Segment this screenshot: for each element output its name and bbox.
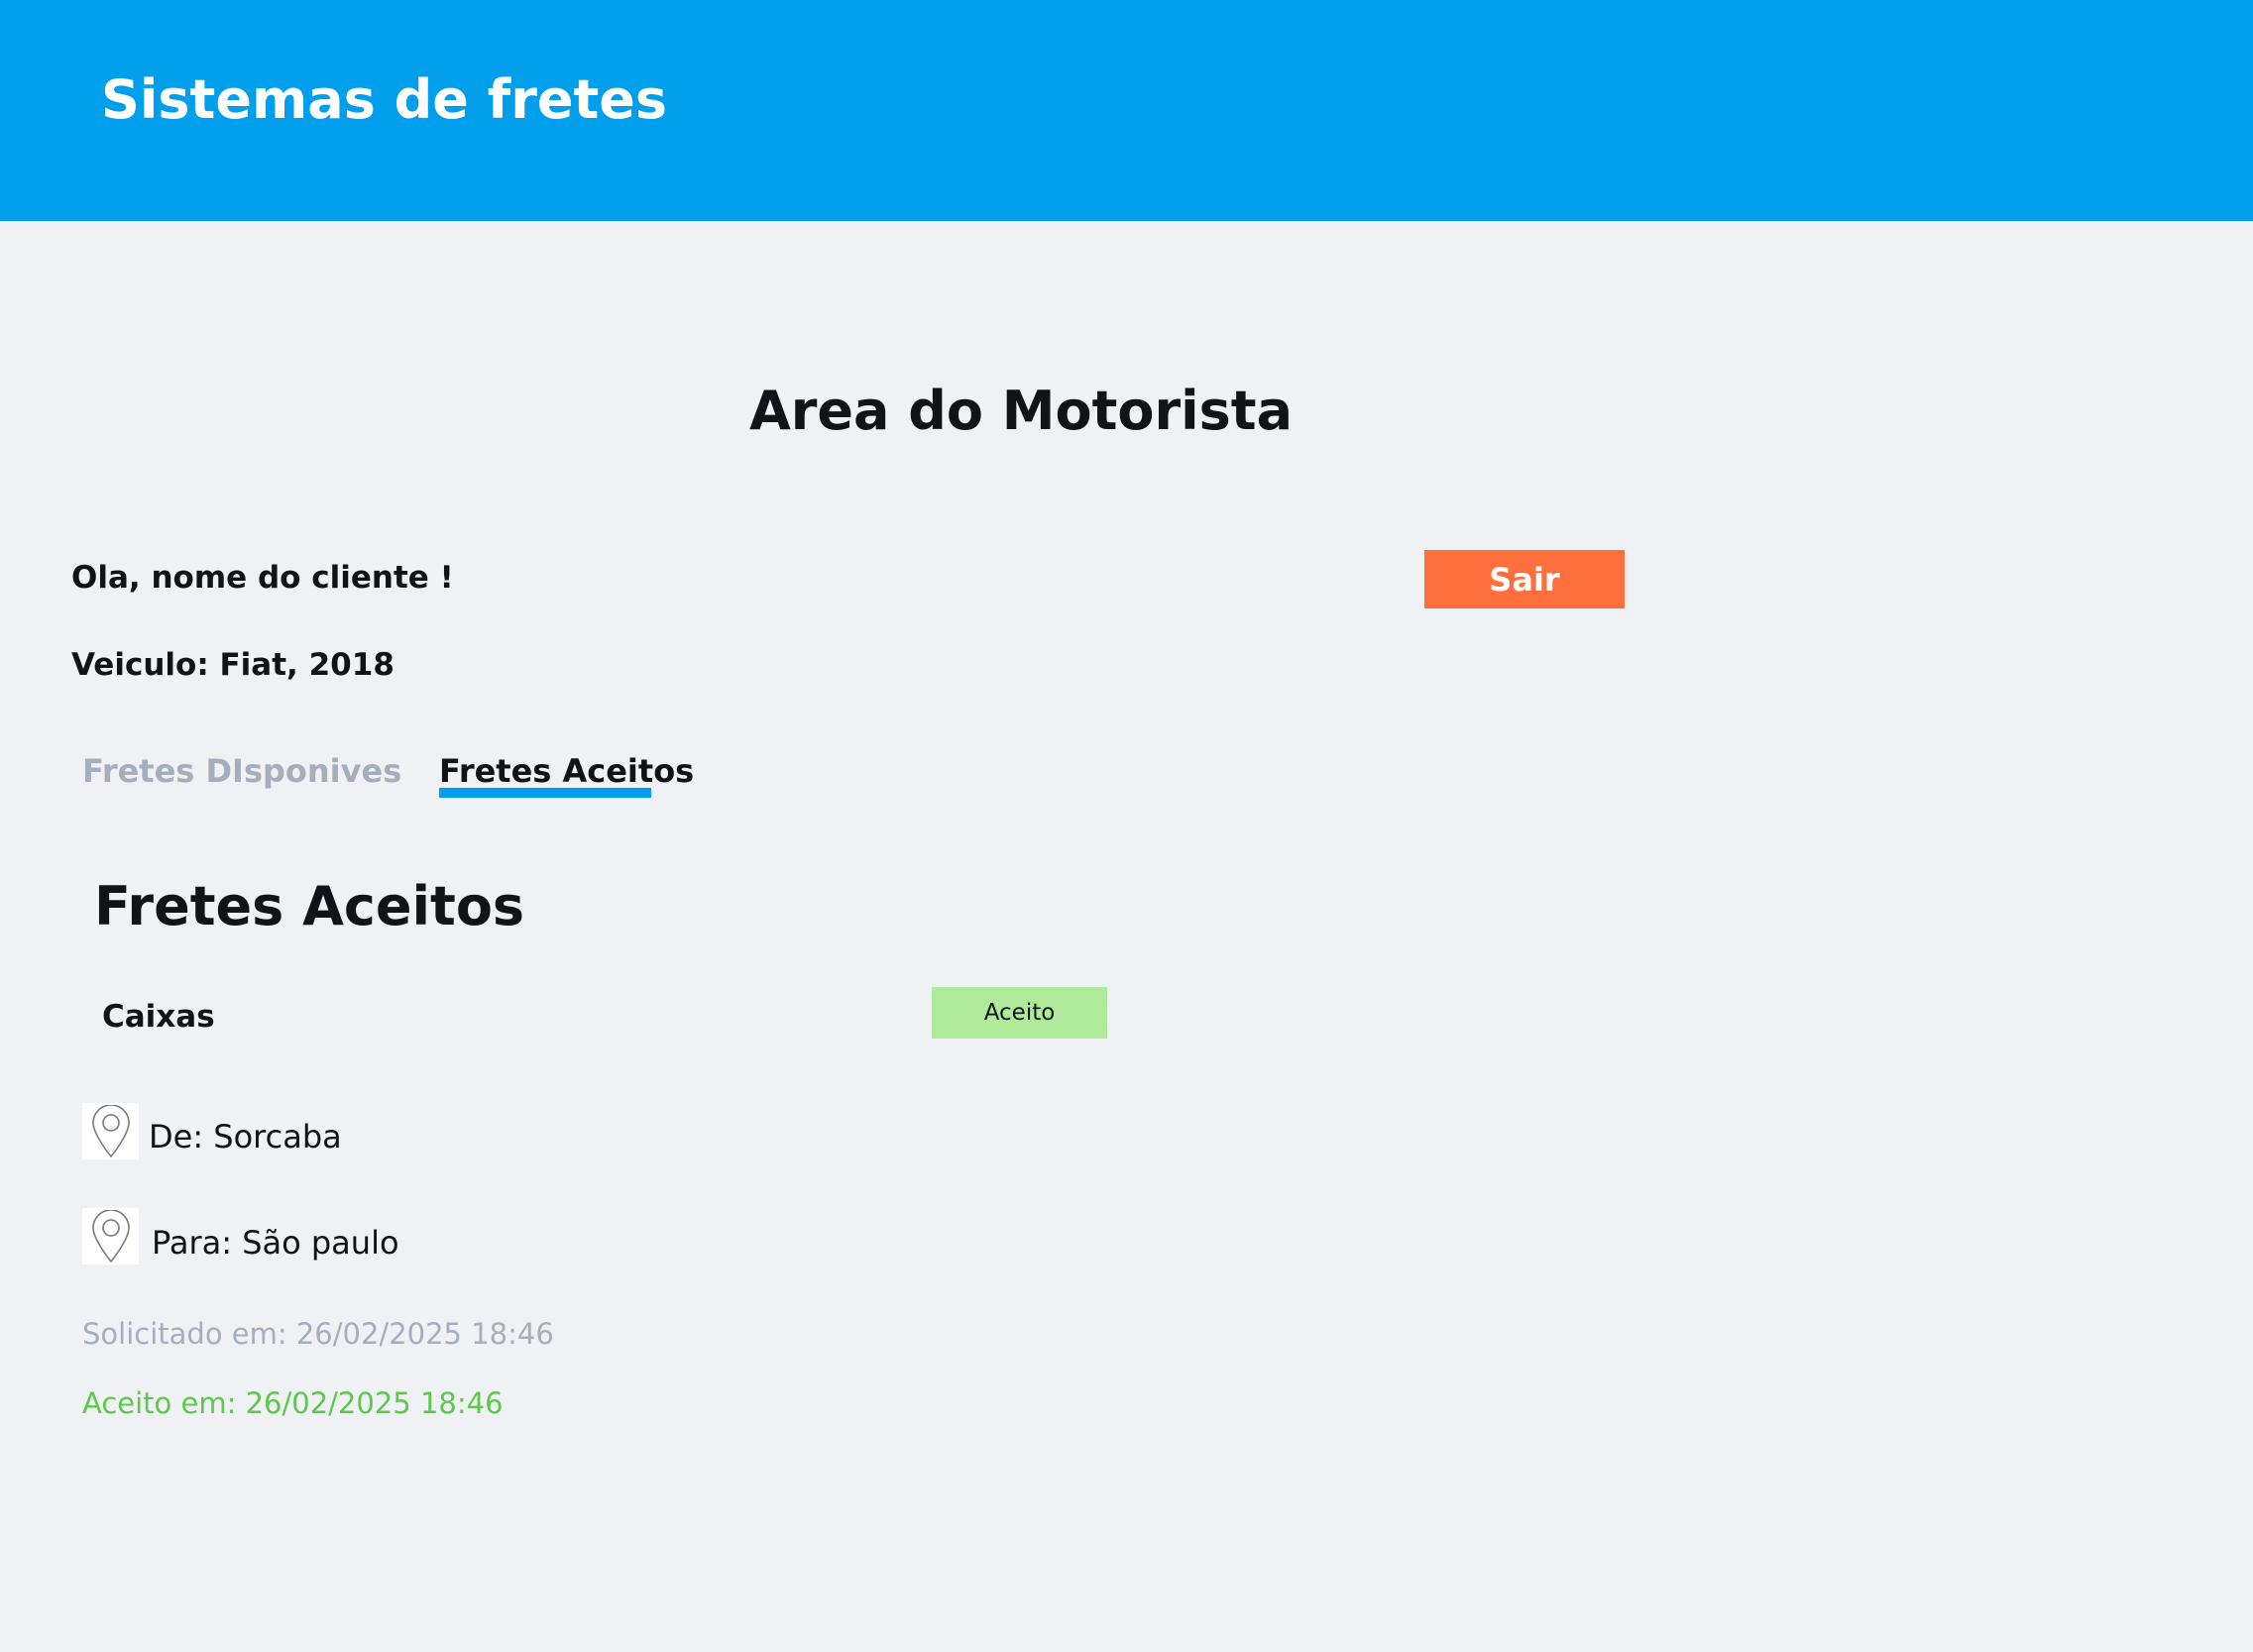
app-header: Sistemas de fretes — [0, 0, 2253, 221]
origin-text: De: Sorcaba — [149, 1118, 342, 1156]
cargo-name: Caixas — [102, 999, 215, 1035]
active-tab-indicator — [439, 788, 651, 798]
logout-button[interactable]: Sair — [1424, 550, 1625, 608]
app-title: Sistemas de fretes — [101, 68, 668, 131]
section-title: Fretes Aceitos — [94, 875, 525, 937]
user-greeting: Ola, nome do cliente ! — [71, 560, 454, 596]
destination-text: Para: São paulo — [152, 1224, 399, 1262]
tab-available-freights[interactable]: Fretes DIsponives — [82, 750, 401, 792]
origin-pin-icon — [82, 1103, 139, 1159]
location-pin-icon — [91, 1104, 130, 1157]
page-title: Area do Motorista — [748, 380, 1294, 442]
location-pin-icon — [91, 1209, 130, 1263]
destination-pin-icon — [82, 1208, 139, 1265]
requested-timestamp: Solicitado em: 26/02/2025 18:46 — [82, 1317, 554, 1351]
vehicle-info: Veiculo: Fiat, 2018 — [71, 647, 394, 683]
accepted-timestamp: Aceito em: 26/02/2025 18:46 — [82, 1386, 504, 1420]
tab-accepted-freights[interactable]: Fretes Aceitos — [439, 750, 694, 792]
status-badge: Aceito — [932, 987, 1107, 1039]
